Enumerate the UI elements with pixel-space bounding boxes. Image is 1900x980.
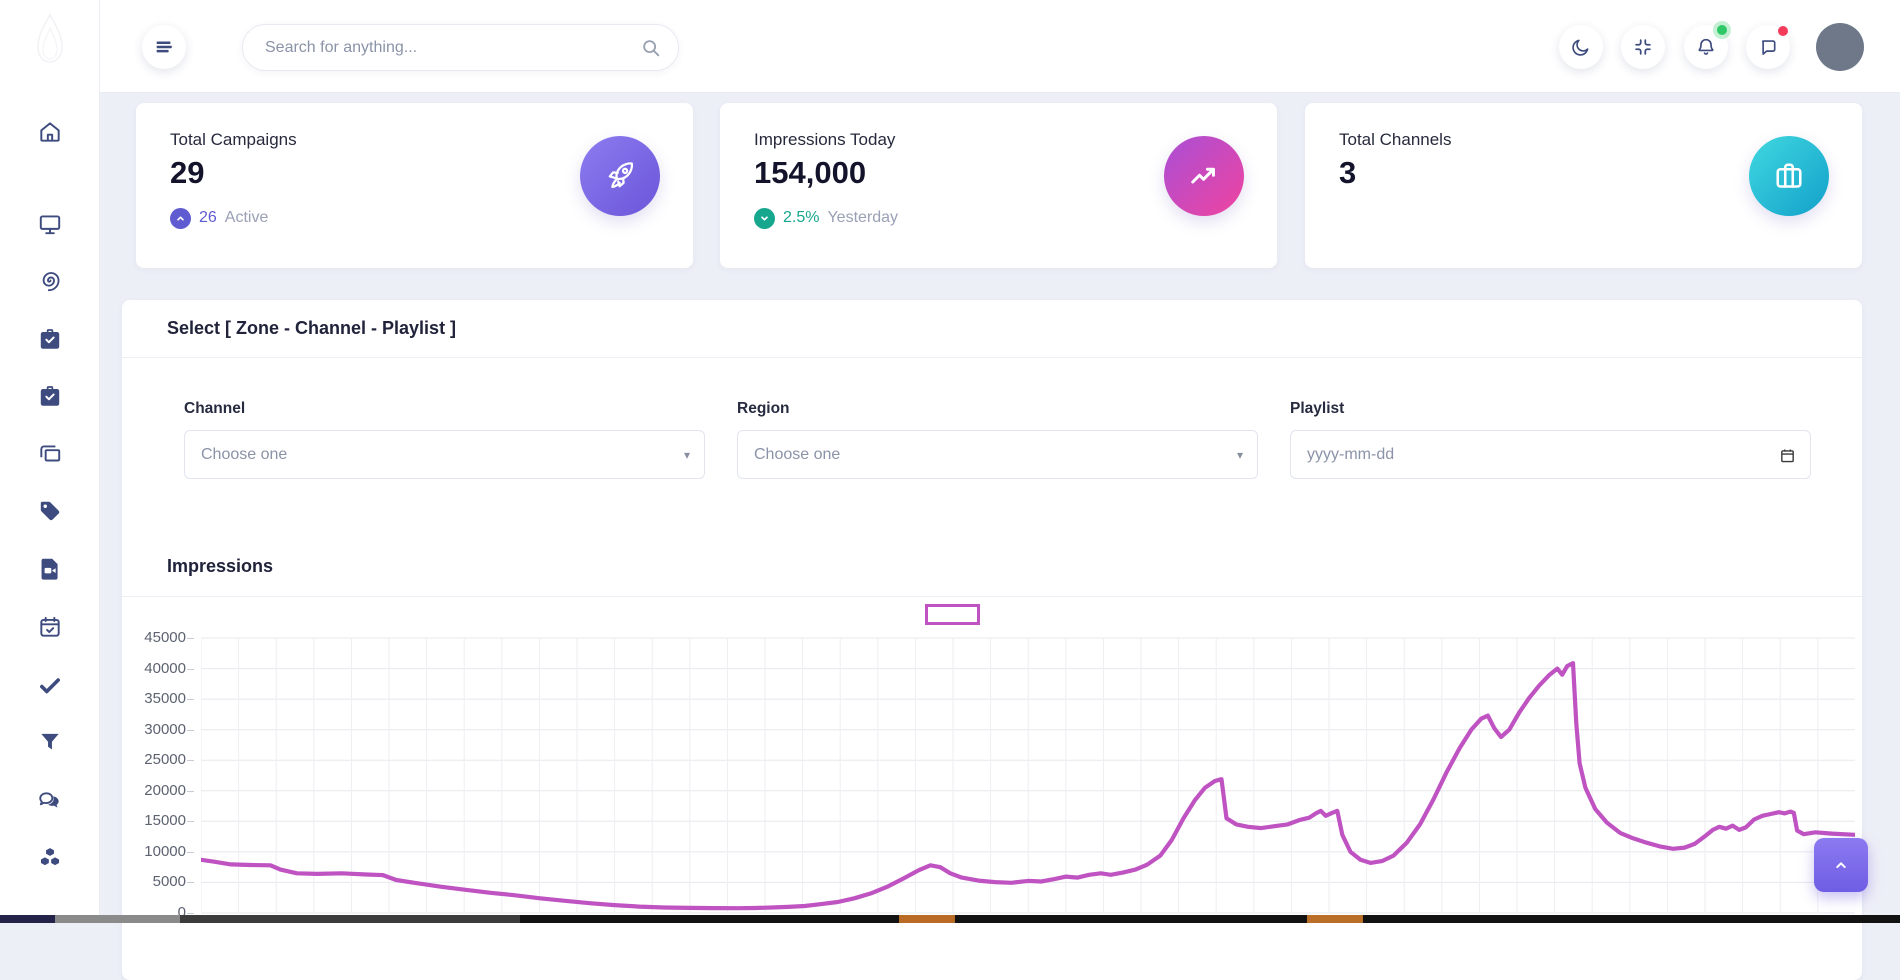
search-icon[interactable] bbox=[640, 37, 662, 59]
y-axis-tick bbox=[187, 913, 194, 914]
stat-value: 29 bbox=[170, 155, 204, 191]
messages-badge bbox=[1778, 26, 1788, 36]
stat-change-label: Active bbox=[225, 209, 269, 227]
y-axis-tick-label: 35000 bbox=[122, 690, 186, 707]
channel-select-value: Choose one bbox=[201, 446, 287, 464]
stat-label: Total Campaigns bbox=[170, 130, 297, 150]
briefcase-icon bbox=[1749, 136, 1829, 216]
messages-button[interactable] bbox=[1746, 25, 1790, 69]
stat-card-total-channels: Total Channels 3 bbox=[1305, 103, 1862, 268]
impressions-line-chart[interactable] bbox=[201, 630, 1855, 915]
channel-label: Channel bbox=[184, 400, 245, 418]
stat-change-value: 2.5% bbox=[783, 209, 819, 227]
chevron-down-icon: ▾ bbox=[684, 448, 690, 462]
filter-chart-card: Select [ Zone - Channel - Playlist ] Cha… bbox=[122, 300, 1862, 980]
y-axis-tick-label: 15000 bbox=[122, 812, 186, 829]
chevron-up-icon bbox=[1831, 855, 1851, 875]
divider bbox=[122, 357, 1862, 358]
y-axis-tick bbox=[187, 791, 194, 792]
region-select-value: Choose one bbox=[754, 446, 840, 464]
sidebar-item-spiral[interactable] bbox=[37, 268, 63, 294]
sidebar-item-briefcase-check[interactable] bbox=[37, 326, 63, 352]
y-axis-tick bbox=[187, 760, 194, 761]
arrow-down-circle-icon bbox=[754, 208, 775, 229]
sidebar-item-cubes[interactable] bbox=[37, 845, 63, 871]
sidebar-item-home[interactable] bbox=[37, 119, 63, 145]
y-axis-tick bbox=[187, 699, 194, 700]
y-axis-tick-label: 30000 bbox=[122, 721, 186, 738]
y-axis-tick-label: 10000 bbox=[122, 843, 186, 860]
sidebar bbox=[0, 0, 100, 923]
topbar bbox=[100, 0, 1900, 93]
region-label: Region bbox=[737, 400, 790, 418]
chart-y-axis: 0500010000150002000025000300003500040000… bbox=[122, 630, 194, 920]
sidebar-item-video-file[interactable] bbox=[37, 556, 63, 582]
stat-value: 154,000 bbox=[754, 155, 866, 191]
chat-square-icon bbox=[1757, 36, 1779, 58]
sidebar-item-checkmark[interactable] bbox=[37, 672, 63, 698]
card-title: Select [ Zone - Channel - Playlist ] bbox=[167, 318, 456, 339]
sidebar-item-briefcase-check-2[interactable] bbox=[37, 383, 63, 409]
search-input[interactable] bbox=[265, 25, 625, 70]
impressions-heading: Impressions bbox=[167, 556, 273, 577]
region-select[interactable]: Choose one ▾ bbox=[737, 430, 1258, 479]
stat-change: 26 Active bbox=[170, 207, 268, 229]
app-logo-flame-icon bbox=[30, 12, 70, 68]
rocket-icon bbox=[580, 136, 660, 216]
y-axis-tick bbox=[187, 852, 194, 853]
notification-badge bbox=[1717, 25, 1727, 35]
bell-icon bbox=[1695, 36, 1717, 58]
sidebar-item-calendar-check[interactable] bbox=[37, 614, 63, 640]
sidebar-item-monitor[interactable] bbox=[37, 211, 63, 237]
dark-mode-button[interactable] bbox=[1559, 25, 1603, 69]
trending-up-icon bbox=[1164, 136, 1244, 216]
stat-change-value: 26 bbox=[199, 209, 217, 227]
y-axis-tick-label: 40000 bbox=[122, 660, 186, 677]
y-axis-tick bbox=[187, 882, 194, 883]
y-axis-tick bbox=[187, 821, 194, 822]
calendar-icon[interactable] bbox=[1779, 447, 1796, 464]
sidebar-item-filter[interactable] bbox=[37, 729, 63, 755]
stat-card-impressions-today: Impressions Today 154,000 2.5% Yesterday bbox=[720, 103, 1277, 268]
menu-toggle-button[interactable] bbox=[142, 25, 186, 69]
chart-legend-swatch[interactable] bbox=[925, 604, 980, 625]
user-avatar[interactable] bbox=[1816, 23, 1864, 71]
chevron-down-icon: ▾ bbox=[1237, 448, 1243, 462]
compress-icon bbox=[1632, 36, 1654, 58]
hamburger-menu-icon bbox=[153, 36, 175, 58]
fullscreen-compress-button[interactable] bbox=[1621, 25, 1665, 69]
channel-select[interactable]: Choose one ▾ bbox=[184, 430, 705, 479]
notifications-button[interactable] bbox=[1684, 25, 1728, 69]
scroll-to-top-button[interactable] bbox=[1814, 838, 1868, 892]
y-axis-tick bbox=[187, 638, 194, 639]
date-placeholder: yyyy-mm-dd bbox=[1307, 446, 1394, 464]
sidebar-item-chat-bubbles[interactable] bbox=[37, 787, 63, 813]
stat-label: Impressions Today bbox=[754, 130, 895, 150]
stat-card-total-campaigns: Total Campaigns 29 26 Active bbox=[136, 103, 693, 268]
y-axis-tick-label: 45000 bbox=[122, 629, 186, 646]
search-bar bbox=[242, 24, 679, 71]
stat-change: 2.5% Yesterday bbox=[754, 207, 898, 229]
y-axis-tick bbox=[187, 669, 194, 670]
horizontal-scrollbar[interactable] bbox=[0, 915, 1900, 923]
playlist-date-input[interactable]: yyyy-mm-dd bbox=[1290, 430, 1811, 479]
arrow-up-circle-icon bbox=[170, 208, 191, 229]
divider bbox=[122, 596, 1862, 597]
playlist-label: Playlist bbox=[1290, 400, 1344, 418]
stat-label: Total Channels bbox=[1339, 130, 1451, 150]
y-axis-tick-label: 25000 bbox=[122, 751, 186, 768]
y-axis-tick bbox=[187, 730, 194, 731]
sidebar-item-layers[interactable] bbox=[37, 441, 63, 467]
moon-icon bbox=[1570, 36, 1592, 58]
y-axis-tick-label: 20000 bbox=[122, 782, 186, 799]
stat-value: 3 bbox=[1339, 155, 1356, 191]
stat-change-label: Yesterday bbox=[827, 209, 898, 227]
sidebar-item-tag[interactable] bbox=[37, 498, 63, 524]
y-axis-tick-label: 5000 bbox=[122, 873, 186, 890]
